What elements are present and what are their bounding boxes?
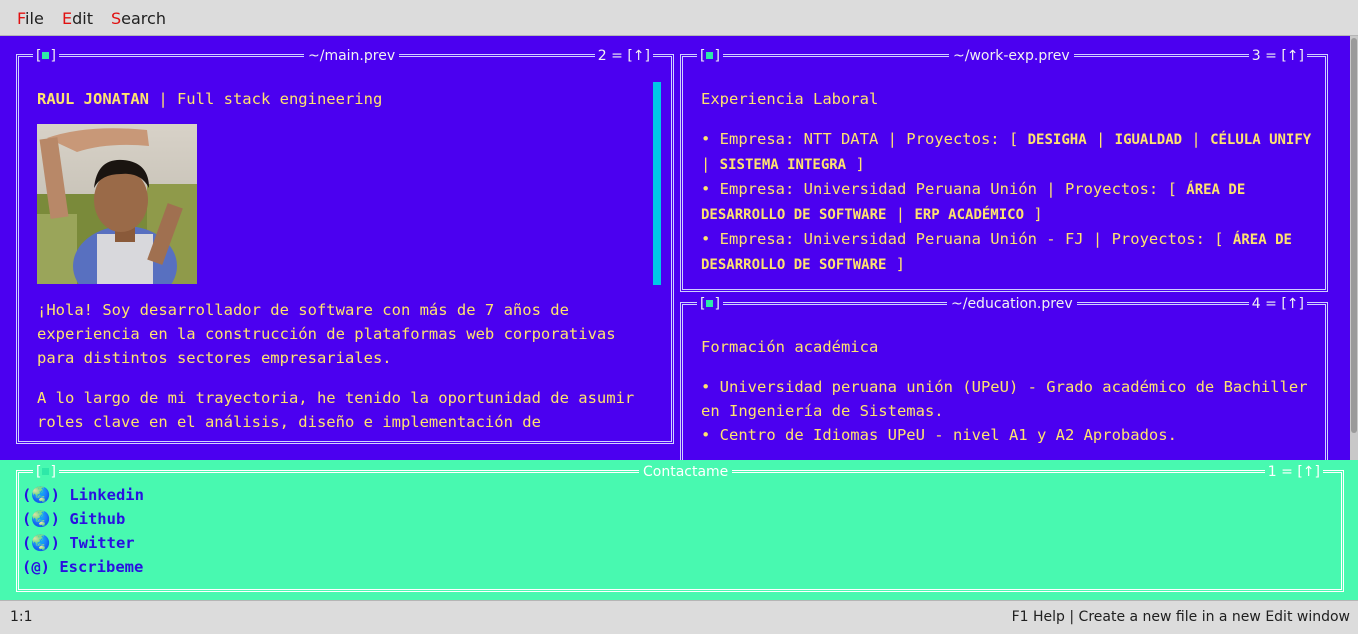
email-link[interactable]: (@) Escribeme <box>22 558 143 576</box>
twitter-link[interactable]: (🌏) Twitter <box>22 534 135 552</box>
globe-icon: (🌏) <box>22 486 60 504</box>
close-icon[interactable]: [] <box>697 47 723 65</box>
window-title: ~/main.prev <box>304 47 400 65</box>
trajectory-text: A lo largo de mi trayectoria, he tenido … <box>37 389 635 431</box>
close-icon[interactable]: [] <box>33 463 59 481</box>
main-window[interactable]: [] ~/main.prev 2 = [↑] RAUL JONATAN | Fu… <box>16 47 674 444</box>
contact-window[interactable]: [] Contactame 1 = [↑] (🌏) Linkedin (🌏) G… <box>0 460 1358 600</box>
window-number[interactable]: 4 = [↑] <box>1248 295 1307 313</box>
work-content: Experiencia Laboral • Empresa: NTT DATA … <box>701 87 1313 287</box>
desktop: [] ~/main.prev 2 = [↑] RAUL JONATAN | Fu… <box>0 36 1350 472</box>
author-name: RAUL JONATAN <box>37 90 149 108</box>
main-scrollbar[interactable] <box>653 82 661 285</box>
cursor-position: 1:1 <box>10 609 33 625</box>
help-hint[interactable]: F1 Help | Create a new file in a new Edi… <box>1012 609 1350 625</box>
profile-photo <box>37 124 197 284</box>
window-title: Contactame <box>639 463 733 481</box>
window-number[interactable]: 1 = [↑] <box>1264 463 1323 481</box>
linkedin-link[interactable]: (🌏) Linkedin <box>22 486 144 504</box>
education-content: Formación académica • Universidad peruan… <box>701 335 1313 460</box>
desktop-scrollbar[interactable] <box>1350 36 1358 460</box>
close-icon[interactable]: [] <box>697 295 723 313</box>
scrollbar-thumb[interactable] <box>1351 38 1357 433</box>
author-role: | Full stack engineering <box>148 90 383 108</box>
menu-search[interactable]: Search <box>111 9 166 28</box>
list-item: • Universidad peruana unión (UPeU) - Gra… <box>701 378 1308 420</box>
close-icon[interactable]: [] <box>33 47 59 65</box>
window-title: ~/work-exp.prev <box>949 47 1074 65</box>
status-bar: 1:1 F1 Help | Create a new file in a new… <box>0 600 1358 634</box>
main-content: RAUL JONATAN | Full stack engineering ¡H… <box>37 87 642 439</box>
list-item: • Empresa: NTT DATA | Proyectos: [ DESIG… <box>701 130 1312 173</box>
globe-icon: (🌏) <box>22 534 60 552</box>
window-number[interactable]: 3 = [↑] <box>1248 47 1307 65</box>
menu-edit[interactable]: Edit <box>62 9 93 28</box>
education-window[interactable]: [] ~/education.prev 4 = [↑] Formación ac… <box>680 295 1328 472</box>
work-window[interactable]: [] ~/work-exp.prev 3 = [↑] Experiencia L… <box>680 47 1328 292</box>
globe-icon: (🌏) <box>22 510 60 528</box>
education-heading: Formación académica <box>701 338 879 356</box>
intro-text: ¡Hola! Soy desarrollador de software con… <box>37 301 616 367</box>
list-item: • Centro de Idiomas UPeU - nivel A1 y A2… <box>701 426 1177 444</box>
list-item: • Empresa: Universidad Peruana Unión | P… <box>701 180 1246 223</box>
list-item: • Empresa: Universidad Peruana Unión - F… <box>701 230 1292 273</box>
work-heading: Experiencia Laboral <box>701 90 879 108</box>
at-icon: (@) <box>22 558 50 576</box>
window-title: ~/education.prev <box>947 295 1077 313</box>
menu-bar: File Edit Search <box>0 0 1358 36</box>
window-number[interactable]: 2 = [↑] <box>594 47 653 65</box>
github-link[interactable]: (🌏) Github <box>22 510 125 528</box>
contact-window-frame: [] Contactame 1 = [↑] <box>16 463 1344 592</box>
menu-file[interactable]: File <box>17 9 44 28</box>
